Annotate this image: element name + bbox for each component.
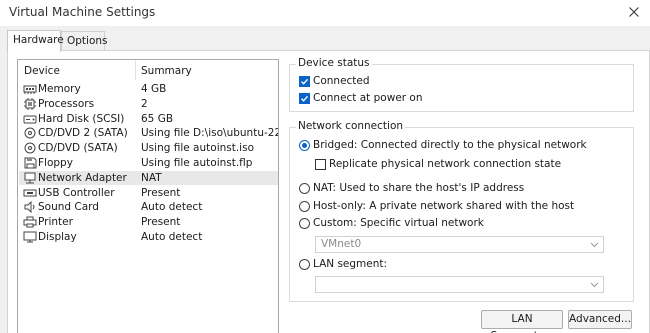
radio-selected-icon	[299, 139, 310, 151]
vmnet-select-value: VMnet0	[321, 238, 362, 250]
radio-unselected-icon	[299, 182, 310, 194]
replicate-state-label: Replicate physical network connection st…	[329, 158, 562, 170]
nat-radio[interactable]: NAT: Used to share the host's IP address	[299, 181, 524, 195]
device-name: CD/DVD (SATA)	[38, 142, 118, 155]
tab-hardware[interactable]: Hardware	[7, 30, 64, 52]
checkbox-checked-icon	[299, 75, 310, 87]
device-name: CD/DVD 2 (SATA)	[38, 127, 128, 140]
device-status-title: Device status	[296, 57, 372, 69]
bridged-label: Bridged: Connected directly to the physi…	[313, 139, 587, 151]
bridged-radio[interactable]: Bridged: Connected directly to the physi…	[299, 138, 587, 152]
device-row-usb-controller[interactable]: USB Controller Present	[19, 186, 278, 201]
window-title: Virtual Machine Settings	[9, 5, 156, 19]
device-summary: 2	[141, 97, 148, 110]
lan-segment-label: LAN segment:	[313, 258, 388, 270]
column-header-summary[interactable]: Summary	[141, 65, 192, 77]
device-row-sound-card[interactable]: Sound Card Auto detect	[19, 200, 278, 215]
device-name: Memory	[38, 83, 81, 95]
advanced-button[interactable]: Advanced...	[568, 310, 632, 329]
device-name: Printer	[38, 216, 73, 229]
device-summary: Using file autoinst.flp	[141, 157, 253, 169]
close-icon	[629, 7, 639, 17]
tab-options[interactable]: Options	[61, 31, 108, 51]
network-adapter-icon	[23, 172, 37, 184]
radio-unselected-icon	[299, 217, 310, 229]
lan-segments-button[interactable]: LAN Segments...	[481, 310, 563, 333]
device-summary: Present	[141, 216, 181, 229]
network-connection-title: Network connection	[296, 120, 406, 132]
printer-icon	[23, 216, 37, 228]
device-name: USB Controller	[38, 186, 115, 199]
checkbox-unchecked-icon	[315, 158, 326, 170]
device-summary: 65 GB	[141, 112, 174, 125]
custom-radio[interactable]: Custom: Specific virtual network	[299, 216, 484, 230]
cd-dvd-icon	[23, 127, 37, 139]
close-button[interactable]	[622, 1, 646, 23]
device-row-memory[interactable]: Memory 4 GB	[19, 82, 278, 97]
device-summary: Using file D:\iso\ubuntu-22.0...	[141, 127, 278, 140]
device-row-hard-disk[interactable]: Hard Disk (SCSI) 65 GB	[19, 112, 278, 127]
device-row-display[interactable]: Display Auto detect	[19, 230, 278, 245]
device-row-floppy[interactable]: Floppy Using file autoinst.flp	[19, 156, 278, 171]
host-only-radio[interactable]: Host-only: A private network shared with…	[299, 199, 574, 213]
chevron-down-icon	[590, 242, 599, 248]
device-row-cd-dvd[interactable]: CD/DVD 2 (SATA) Using file D:\iso\ubuntu-…	[19, 126, 278, 141]
device-summary: 4 GB	[141, 83, 167, 95]
memory-icon	[23, 83, 37, 95]
device-summary: Auto detect	[141, 231, 203, 243]
device-name: Floppy	[38, 157, 73, 169]
device-name: Display	[38, 231, 77, 243]
device-row-network-adapter[interactable]: Network Adapter NAT	[19, 170, 278, 186]
device-name: Hard Disk (SCSI)	[38, 112, 125, 125]
list-header: Device Summary	[18, 60, 278, 82]
radio-unselected-icon	[299, 200, 310, 212]
custom-label: Custom: Specific virtual network	[313, 217, 484, 229]
device-summary: Using file autoinst.iso	[141, 142, 254, 155]
column-divider[interactable]	[135, 60, 136, 80]
hard-disk-icon	[23, 113, 37, 125]
lan-segment-select[interactable]	[315, 276, 604, 293]
device-row-cd-dvd[interactable]: CD/DVD (SATA) Using file autoinst.iso	[19, 141, 278, 156]
sound-card-icon	[23, 201, 37, 214]
floppy-icon	[23, 157, 37, 169]
device-summary: NAT	[141, 171, 162, 184]
device-summary: Auto detect	[141, 201, 203, 214]
host-only-label: Host-only: A private network shared with…	[313, 200, 575, 212]
device-row-printer[interactable]: Printer Present	[19, 215, 278, 230]
connected-label: Connected	[313, 75, 370, 87]
checkbox-checked-icon	[299, 92, 310, 104]
vmnet-select[interactable]: VMnet0	[315, 236, 604, 253]
device-row-processor[interactable]: Processors 2	[19, 97, 278, 112]
usb-controller-icon	[23, 187, 37, 199]
nat-label: NAT: Used to share the host's IP address	[313, 182, 525, 194]
chevron-down-icon	[590, 282, 599, 288]
radio-unselected-icon	[299, 258, 310, 270]
connect-at-power-on-label: Connect at power on	[313, 92, 423, 104]
device-summary: Present	[141, 186, 181, 199]
connect-at-power-on-checkbox[interactable]: Connect at power on	[299, 91, 423, 105]
connected-checkbox[interactable]: Connected	[299, 74, 370, 88]
column-header-device[interactable]: Device	[24, 65, 60, 77]
device-list[interactable]: Device Summary Memory 4 GB Processors 2 Hard…	[17, 59, 279, 333]
processor-icon	[23, 97, 37, 110]
lan-segment-radio[interactable]: LAN segment:	[299, 257, 387, 271]
title-bar: Virtual Machine Settings	[0, 0, 650, 26]
device-name: Processors	[38, 97, 95, 110]
device-name: Network Adapter	[38, 171, 127, 184]
replicate-state-checkbox[interactable]: Replicate physical network connection st…	[315, 157, 561, 171]
cd-dvd-icon	[23, 142, 37, 154]
display-icon	[23, 231, 37, 243]
device-name: Sound Card	[38, 201, 99, 214]
